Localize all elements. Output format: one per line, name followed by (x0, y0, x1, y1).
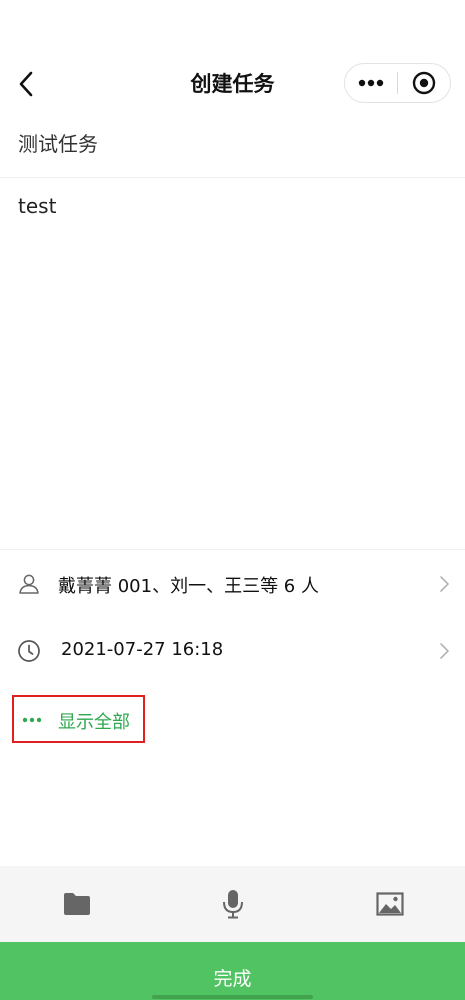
deadline-text: 2021-07-27 16:18 (61, 639, 224, 660)
navigation-bar: 创建任务 (0, 0, 465, 112)
deadline-row[interactable]: 2021-07-27 16:18 (0, 619, 465, 685)
image-button[interactable] (368, 882, 412, 926)
chevron-right-icon (440, 576, 449, 592)
folder-button[interactable] (55, 882, 99, 926)
members-text: 戴菁菁 001、刘一、王三等 6 人 (58, 576, 319, 597)
close-miniprogram-button[interactable] (398, 63, 450, 103)
target-close-icon (412, 71, 436, 95)
clock-icon (18, 640, 40, 662)
members-row[interactable]: 戴菁菁 001、刘一、王三等 6 人 (0, 552, 465, 618)
task-description-value: test (18, 194, 57, 218)
done-label: 完成 (213, 968, 252, 990)
more-dots-icon (358, 79, 384, 87)
done-button[interactable]: 完成 (0, 942, 465, 1000)
folder-icon (64, 893, 90, 915)
task-title-value: 测试任务 (18, 132, 98, 156)
task-description-textarea[interactable]: test (0, 178, 465, 550)
attachment-toolbar (0, 866, 465, 942)
more-button[interactable] (345, 63, 397, 103)
microphone-icon (223, 890, 243, 919)
more-dots-icon (22, 717, 42, 723)
mini-program-capsule (344, 63, 451, 103)
home-indicator (152, 995, 313, 999)
image-icon (376, 892, 404, 916)
chevron-right-icon (440, 643, 449, 659)
show-all-label: 显示全部 (58, 712, 130, 733)
show-all-button[interactable]: 显示全部 (12, 695, 145, 743)
microphone-button[interactable] (211, 882, 255, 926)
person-icon (19, 574, 39, 594)
task-title-input[interactable]: 测试任务 (0, 112, 465, 178)
